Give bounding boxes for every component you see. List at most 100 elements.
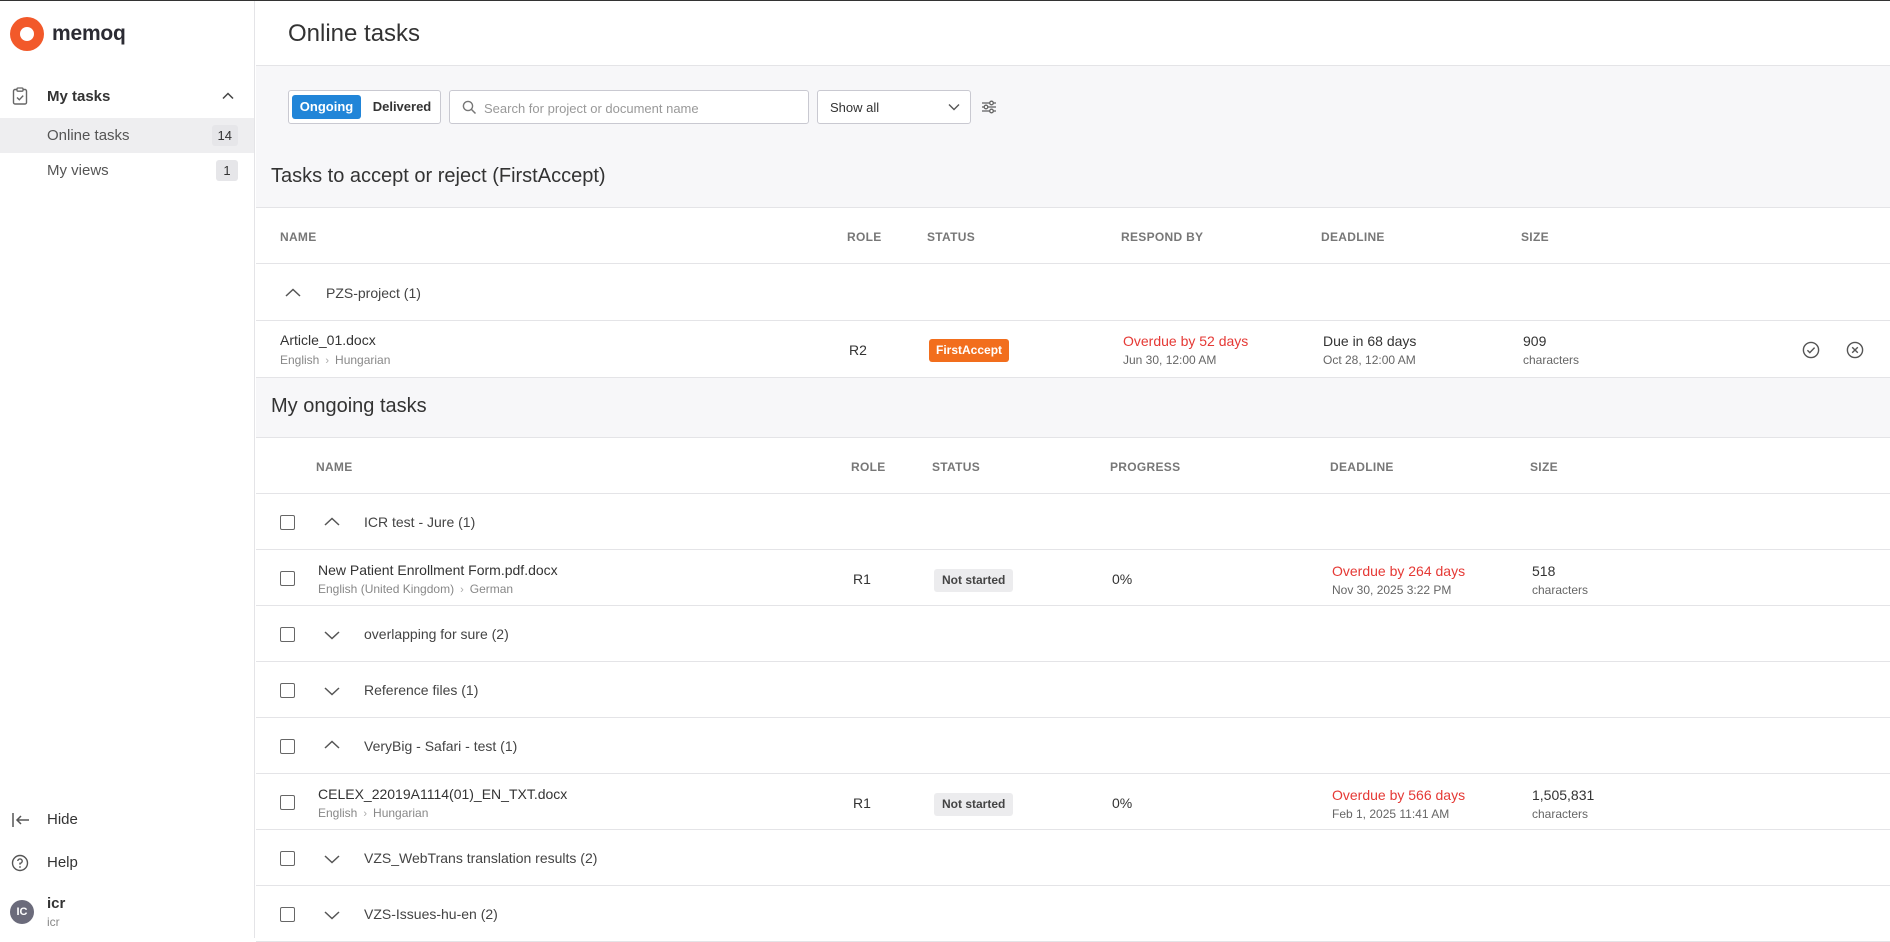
row-checkbox[interactable]	[280, 739, 295, 754]
page-title: Online tasks	[288, 20, 421, 47]
table-row[interactable]: New Patient Enrollment Form.pdf.docx Eng…	[256, 550, 1890, 606]
col-deadline[interactable]: DEADLINE	[1330, 460, 1394, 474]
group-row: VZS_WebTrans translation results (2)	[256, 830, 1890, 886]
target-language: German	[469, 582, 514, 596]
user-profile[interactable]: IC icr icr	[0, 892, 254, 932]
chevron-right-icon: ›	[460, 584, 464, 596]
deadline-text: Overdue by 566 days	[1332, 787, 1466, 803]
size-unit: characters	[1532, 583, 1589, 597]
nav-group-my-tasks[interactable]: My tasks	[0, 81, 254, 111]
group-label[interactable]: Reference files (1)	[364, 682, 478, 698]
brand-name: memoq	[52, 22, 126, 45]
progress-value: 0%	[1112, 571, 1133, 587]
group-row: ICR test - Jure (1)	[256, 494, 1890, 550]
row-checkbox[interactable]	[280, 571, 295, 586]
col-status[interactable]: STATUS	[927, 230, 975, 244]
ongoing-section-title: My ongoing tasks	[271, 395, 427, 417]
group-label[interactable]: VZS-Issues-hu-en (2)	[364, 906, 498, 922]
col-deadline[interactable]: DEADLINE	[1321, 230, 1385, 244]
user-subtitle: icr	[47, 915, 60, 929]
search-input[interactable]	[484, 98, 794, 118]
col-size[interactable]: SIZE	[1530, 460, 1558, 474]
target-language: Hungarian	[373, 806, 429, 820]
row-checkbox[interactable]	[280, 683, 295, 698]
language-pair: English › Hungarian	[280, 353, 390, 367]
user-name: icr	[47, 895, 66, 912]
respond-by-text: Overdue by 52 days	[1123, 333, 1249, 349]
col-status[interactable]: STATUS	[932, 460, 980, 474]
sidebar-item-online-tasks[interactable]: Online tasks 14	[0, 118, 254, 153]
page-header: Online tasks	[256, 1, 1890, 66]
reject-close-icon[interactable]	[1846, 341, 1864, 359]
help-button[interactable]: Help	[0, 848, 254, 878]
chevron-up-icon[interactable]	[283, 283, 303, 303]
group-label[interactable]: VZS_WebTrans translation results (2)	[364, 850, 597, 866]
chevron-down-icon	[948, 104, 960, 111]
tab-ongoing[interactable]: Ongoing	[292, 95, 361, 119]
memoq-logo-icon	[10, 17, 44, 51]
chevron-down-icon[interactable]	[322, 849, 342, 869]
col-role[interactable]: ROLE	[851, 460, 886, 474]
select-value: Show all	[830, 100, 880, 115]
chevron-up-icon[interactable]	[322, 512, 342, 532]
col-respond-by[interactable]: RESPOND BY	[1121, 230, 1203, 244]
group-label[interactable]: VeryBig - Safari - test (1)	[364, 738, 517, 754]
row-checkbox[interactable]	[280, 907, 295, 922]
filter-settings-icon[interactable]	[981, 99, 997, 115]
chevron-down-icon[interactable]	[322, 905, 342, 925]
size-value: 909	[1523, 333, 1547, 349]
hide-label: Hide	[47, 811, 78, 828]
group-row: VZS-Issues-hu-en (2)	[256, 886, 1890, 942]
deadline-date: Feb 1, 2025 11:41 AM	[1332, 807, 1450, 821]
task-name[interactable]: CELEX_22019A1114(01)_EN_TXT.docx	[318, 786, 567, 802]
chevron-down-icon[interactable]	[322, 625, 342, 645]
task-name[interactable]: Article_01.docx	[280, 332, 376, 348]
task-name[interactable]: New Patient Enrollment Form.pdf.docx	[318, 562, 558, 578]
chevron-down-icon[interactable]	[322, 681, 342, 701]
col-role[interactable]: ROLE	[847, 230, 882, 244]
size-unit: characters	[1523, 353, 1580, 367]
group-row: Reference files (1)	[256, 662, 1890, 718]
col-progress[interactable]: PROGRESS	[1110, 460, 1180, 474]
col-size[interactable]: SIZE	[1521, 230, 1549, 244]
ongoing-table-header: NAME ROLE STATUS PROGRESS DEADLINE SIZE	[256, 437, 1890, 494]
accept-section-title: Tasks to accept or reject (FirstAccept)	[271, 165, 606, 187]
group-label[interactable]: PZS-project (1)	[326, 285, 421, 301]
col-name[interactable]: NAME	[316, 460, 353, 474]
size-value: 1,505,831	[1532, 787, 1595, 803]
group-label[interactable]: overlapping for sure (2)	[364, 626, 509, 642]
sidebar: memoq My tasks Online tasks 14 My views …	[0, 1, 255, 938]
status-badge: Not started	[934, 569, 1014, 592]
sidebar-item-my-views[interactable]: My views 1	[0, 153, 254, 188]
tab-delivered[interactable]: Delivered	[367, 95, 437, 119]
ongoing-delivered-toggle: Ongoing Delivered	[288, 90, 441, 124]
show-filter-select[interactable]: Show all	[817, 90, 971, 124]
target-language: Hungarian	[335, 353, 391, 367]
hide-sidebar-button[interactable]: Hide	[0, 805, 254, 835]
clipboard-check-icon	[12, 87, 28, 105]
group-label[interactable]: ICR test - Jure (1)	[364, 514, 475, 530]
table-row[interactable]: CELEX_22019A1114(01)_EN_TXT.docx English…	[256, 774, 1890, 830]
search-icon	[462, 100, 477, 115]
row-checkbox[interactable]	[280, 515, 295, 530]
row-checkbox[interactable]	[280, 795, 295, 810]
accept-check-icon[interactable]	[1802, 341, 1820, 359]
deadline-date: Nov 30, 2025 3:22 PM	[1332, 583, 1452, 597]
row-checkbox[interactable]	[280, 851, 295, 866]
memoq-logo[interactable]: memoq	[10, 17, 126, 51]
toolbar: Ongoing Delivered Show all	[288, 90, 1288, 124]
row-checkbox[interactable]	[280, 627, 295, 642]
chevron-up-icon[interactable]	[322, 735, 342, 755]
table-row[interactable]: Article_01.docx English › Hungarian R2 Fir…	[256, 321, 1890, 378]
size-unit: characters	[1532, 807, 1589, 821]
status-badge: FirstAccept	[929, 339, 1010, 362]
count-badge: 1	[216, 160, 238, 181]
role-value: R1	[853, 795, 871, 811]
chevron-up-icon[interactable]	[221, 89, 235, 103]
col-name[interactable]: NAME	[280, 230, 317, 244]
respond-by-date: Jun 30, 12:00 AM	[1123, 353, 1217, 367]
role-value: R2	[849, 342, 867, 358]
group-row: VeryBig - Safari - test (1)	[256, 718, 1890, 774]
group-row: overlapping for sure (2)	[256, 606, 1890, 662]
size-value: 518	[1532, 563, 1556, 579]
